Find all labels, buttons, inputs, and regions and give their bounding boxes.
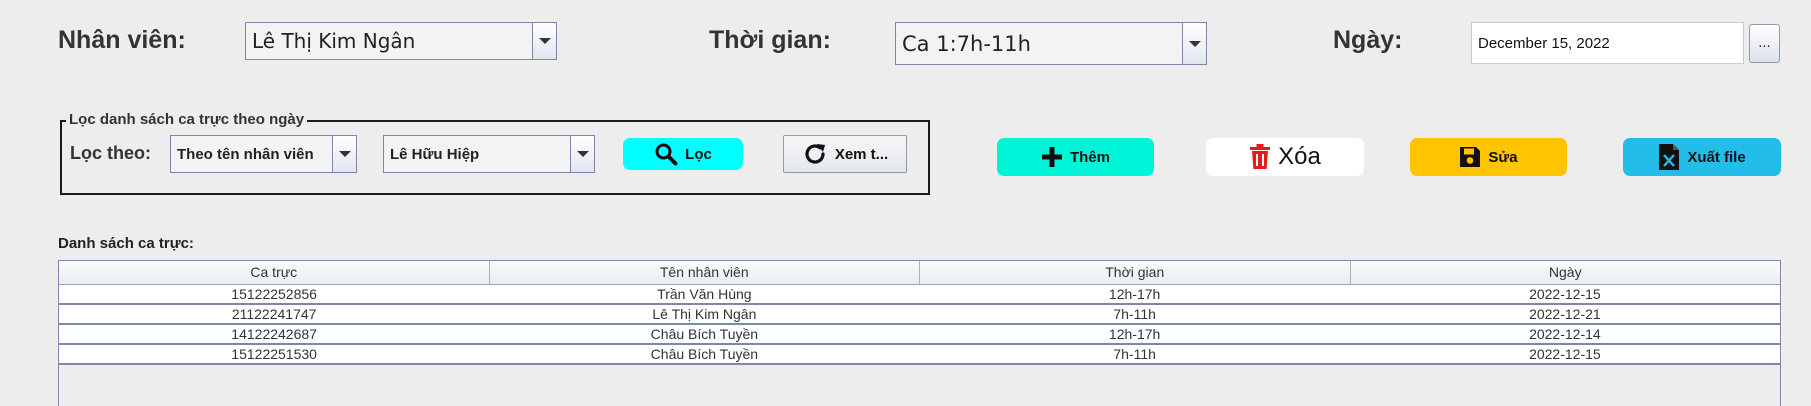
save-icon bbox=[1460, 147, 1481, 167]
table-row[interactable]: 15122252856 Trần Văn Hùng 12h-17h 2022-1… bbox=[59, 285, 1780, 305]
table-cell: 7h-11h bbox=[1113, 346, 1156, 362]
filter-group-title: Lọc danh sách ca trực theo ngày bbox=[66, 111, 308, 128]
table-cell: 14122242687 bbox=[231, 326, 317, 342]
table-cell: Lê Thị Kim Ngân bbox=[652, 306, 757, 322]
table-cell: Trần Văn Hùng bbox=[657, 286, 752, 302]
table-cell: 12h-17h bbox=[1108, 286, 1161, 302]
table-row[interactable]: 21122241747 Lê Thị Kim Ngân 7h-11h 2022-… bbox=[59, 305, 1780, 325]
edit-button[interactable]: Sửa bbox=[1410, 138, 1567, 176]
add-button[interactable]: Thêm bbox=[997, 138, 1154, 176]
filter-name-select[interactable]: Lê Hữu Hiệp bbox=[383, 135, 595, 173]
time-select[interactable]: Ca 1:7h-11h bbox=[895, 22, 1207, 65]
employee-select[interactable]: Lê Thị Kim Ngân bbox=[245, 22, 557, 60]
trash-icon bbox=[1250, 144, 1271, 169]
table-row[interactable]: 15122251530 Châu Bích Tuyền 7h-11h 2022-… bbox=[59, 345, 1780, 365]
table-cell: Châu Bích Tuyền bbox=[650, 346, 759, 362]
filter-name-value: Lê Hữu Hiệp bbox=[390, 145, 480, 163]
date-field[interactable]: December 15, 2022 bbox=[1471, 22, 1744, 64]
table-cell: 7h-11h bbox=[1113, 306, 1156, 322]
table-cell: 2022-12-21 bbox=[1529, 306, 1601, 322]
table-cell: 21122241747 bbox=[231, 306, 317, 322]
table-cell: 12h-17h bbox=[1108, 326, 1161, 342]
shift-table: Ca trực Tên nhân viên Thời gian Ngày 151… bbox=[58, 260, 1781, 406]
add-button-label: Thêm bbox=[1069, 148, 1110, 166]
filter-button-label: Lọc bbox=[685, 145, 712, 163]
table-cell: Châu Bích Tuyền bbox=[650, 326, 759, 342]
table-row[interactable]: 14122242687 Châu Bích Tuyền 12h-17h 2022… bbox=[59, 325, 1780, 345]
plus-icon bbox=[1041, 147, 1062, 167]
chevron-down-icon[interactable] bbox=[570, 136, 594, 172]
time-label: Thời gian: bbox=[709, 26, 831, 54]
chevron-down-icon[interactable] bbox=[532, 23, 556, 59]
export-button[interactable]: Xuất file bbox=[1623, 138, 1781, 176]
delete-button-label: Xóa bbox=[1278, 143, 1321, 170]
table-cell: 2022-12-14 bbox=[1529, 326, 1601, 342]
chevron-down-icon[interactable] bbox=[332, 136, 356, 172]
table-cell: 15122251530 bbox=[231, 346, 317, 362]
table-cell: 2022-12-15 bbox=[1529, 286, 1601, 302]
export-button-label: Xuất file bbox=[1687, 148, 1746, 166]
filter-by-select[interactable]: Theo tên nhân viên bbox=[170, 135, 357, 173]
date-picker-button[interactable]: ... bbox=[1749, 24, 1780, 63]
filter-by-value: Theo tên nhân viên bbox=[177, 145, 314, 163]
list-title: Danh sách ca trực: bbox=[58, 235, 194, 252]
time-select-value: Ca 1:7h-11h bbox=[902, 31, 1031, 56]
table-header: Ca trực Tên nhân viên Thời gian Ngày bbox=[59, 261, 1780, 285]
table-cell: 2022-12-15 bbox=[1529, 346, 1601, 362]
employee-label: Nhân viên: bbox=[58, 26, 186, 54]
date-label: Ngày: bbox=[1333, 26, 1403, 54]
filter-by-label: Lọc theo: bbox=[70, 143, 151, 163]
delete-button[interactable]: Xóa bbox=[1206, 138, 1364, 176]
edit-button-label: Sửa bbox=[1488, 148, 1518, 166]
chevron-down-icon[interactable] bbox=[1182, 23, 1206, 64]
column-header[interactable]: Ngày bbox=[1351, 261, 1781, 284]
filter-button[interactable]: Lọc bbox=[623, 138, 743, 170]
column-header[interactable]: Thời gian bbox=[920, 261, 1351, 284]
column-header[interactable]: Ca trực bbox=[59, 261, 490, 284]
employee-select-value: Lê Thị Kim Ngân bbox=[252, 29, 416, 53]
refresh-icon bbox=[805, 144, 825, 164]
table-cell: 15122252856 bbox=[231, 286, 317, 302]
excel-file-icon bbox=[1659, 144, 1680, 170]
search-icon bbox=[655, 143, 678, 166]
column-header[interactable]: Tên nhân viên bbox=[490, 261, 920, 284]
view-all-button-label: Xem t... bbox=[834, 145, 889, 163]
view-all-button[interactable]: Xem t... bbox=[783, 135, 907, 173]
